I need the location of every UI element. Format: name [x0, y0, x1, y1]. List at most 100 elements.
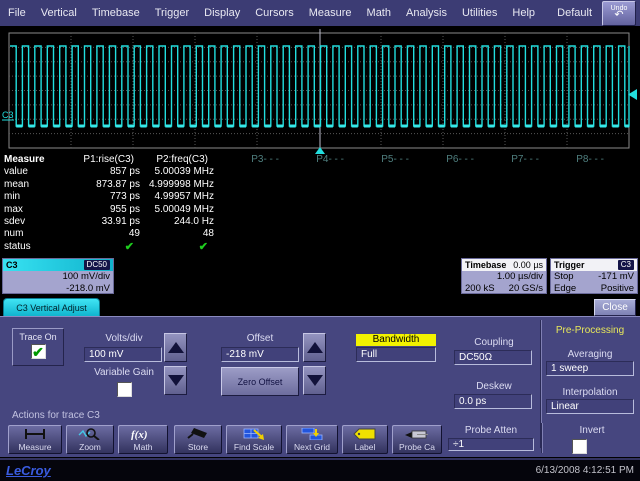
- p1-sdev: 33.91 ps: [68, 216, 144, 228]
- measure-p4-header[interactable]: P4- - -: [283, 154, 348, 166]
- store-toolbar-button[interactable]: Store: [174, 425, 222, 454]
- fx-icon: f(x): [130, 428, 156, 440]
- c3-descriptor-box[interactable]: C3 DC50 100 mV/div -218.0 mV: [2, 258, 114, 294]
- status-bar: LeCroy 6/13/2008 4:12:51 PM: [0, 458, 640, 481]
- c3-offset: -218.0 mV: [6, 283, 110, 295]
- row-label: status: [4, 241, 68, 253]
- interpolation-select[interactable]: Linear: [546, 399, 634, 414]
- zero-offset-button[interactable]: Zero Offset: [221, 367, 299, 396]
- store-icon: [186, 428, 210, 440]
- measure-p6-header[interactable]: P6- - -: [413, 154, 478, 166]
- measure-p8-header[interactable]: P8- - -: [543, 154, 608, 166]
- menu-utilities[interactable]: Utilities: [462, 7, 497, 19]
- p1-max: 955 ps: [68, 204, 144, 216]
- row-label: value: [4, 166, 68, 178]
- menu-measure[interactable]: Measure: [309, 7, 352, 19]
- find-scale-toolbar-button[interactable]: Find Scale: [226, 425, 282, 454]
- trace-on-label: Trace On: [19, 332, 56, 342]
- volts-div-label: Volts/div: [84, 333, 164, 344]
- volts-div-down-button[interactable]: [164, 366, 187, 395]
- p2-num: 48: [144, 228, 218, 240]
- p2-min: 4.99957 MHz: [144, 191, 218, 203]
- divider: [541, 423, 543, 453]
- p1-mean: 873.87 ps: [68, 179, 144, 191]
- probe-atten-field[interactable]: ÷1: [448, 438, 534, 451]
- waveform-area[interactable]: C3: [0, 28, 640, 154]
- offset-field[interactable]: -218 mV: [221, 347, 299, 362]
- trigger-slope: Positive: [601, 283, 634, 295]
- actions-for-trace-label: Actions for trace C3: [12, 410, 100, 421]
- p2-max: 5.00049 MHz: [144, 204, 218, 216]
- menu-trigger[interactable]: Trigger: [155, 7, 189, 19]
- row-label: sdev: [4, 216, 68, 228]
- toolbar-label: Zoom: [79, 443, 101, 452]
- label-toolbar-button[interactable]: Label: [342, 425, 388, 454]
- channel-label: C3: [2, 110, 14, 120]
- measure-p1-header[interactable]: P1:rise(C3): [68, 154, 144, 166]
- offset-label: Offset: [220, 333, 300, 344]
- menu-vertical[interactable]: Vertical: [41, 7, 77, 19]
- probe-cal-toolbar-button[interactable]: Probe Ca: [392, 425, 442, 454]
- row-label: max: [4, 204, 68, 216]
- measure-row-sdev: sdev 33.91 ps 244.0 Hz: [4, 216, 636, 228]
- timebase-title: Timebase 0.00 µs: [462, 259, 546, 271]
- toolbar-label: Label: [355, 443, 376, 452]
- measure-toolbar-button[interactable]: Measure: [8, 425, 62, 454]
- trace-on-checkbox[interactable]: ✔: [31, 344, 46, 359]
- deskew-field[interactable]: 0.0 ps: [454, 394, 532, 409]
- undo-button[interactable]: Undo ↶: [602, 1, 636, 26]
- p1-min: 773 ps: [68, 191, 144, 203]
- menu-math[interactable]: Math: [367, 7, 391, 19]
- menu-analysis[interactable]: Analysis: [406, 7, 447, 19]
- menu-timebase[interactable]: Timebase: [92, 7, 140, 19]
- measure-p7-header[interactable]: P7- - -: [478, 154, 543, 166]
- trigger-mode: Stop: [554, 271, 574, 283]
- volts-div-field[interactable]: 100 mV: [84, 347, 162, 362]
- bandwidth-select[interactable]: Full: [356, 347, 436, 362]
- next-grid-toolbar-button[interactable]: Next Grid: [286, 425, 338, 454]
- measure-p3-header[interactable]: P3- - -: [218, 154, 283, 166]
- offset-down-button[interactable]: [303, 366, 326, 395]
- toolbar-label: Probe Ca: [399, 443, 435, 452]
- measure-row-max: max 955 ps 5.00049 MHz: [4, 204, 636, 216]
- offset-up-button[interactable]: [303, 333, 326, 362]
- trigger-descriptor-box[interactable]: Trigger C3 Stop -171 mV Edge Positive: [550, 258, 638, 294]
- menu-file[interactable]: File: [8, 7, 26, 19]
- math-toolbar-button[interactable]: f(x) Math: [118, 425, 168, 454]
- menu-display[interactable]: Display: [204, 7, 240, 19]
- check-icon: ✔: [32, 347, 44, 357]
- measure-row-value: value 857 ps 5.00039 MHz: [4, 166, 636, 178]
- invert-checkbox[interactable]: [572, 439, 587, 454]
- volts-div-up-button[interactable]: [164, 333, 187, 362]
- next-grid-icon: [300, 428, 324, 440]
- trigger-source-badge: C3: [618, 260, 634, 270]
- trace-on-group[interactable]: Trace On ✔: [12, 328, 64, 366]
- timebase-descriptor-box[interactable]: Timebase 0.00 µs 1.00 µs/div 200 kS 20 G…: [461, 258, 547, 294]
- variable-gain-checkbox[interactable]: [117, 382, 132, 397]
- p2-value: 5.00039 MHz: [144, 166, 218, 178]
- interpolation-label: Interpolation: [544, 387, 636, 398]
- toolbar-label: Find Scale: [234, 443, 274, 452]
- close-button[interactable]: Close: [594, 299, 636, 316]
- trigger-type: Edge: [554, 283, 576, 295]
- trigger-title: Trigger C3: [551, 259, 637, 271]
- p1-status-check-icon: ✔: [68, 241, 144, 253]
- measure-p5-header[interactable]: P5- - -: [348, 154, 413, 166]
- coupling-select[interactable]: DC50Ω: [454, 350, 532, 365]
- down-arrow-icon: [307, 375, 323, 386]
- averaging-field[interactable]: 1 sweep: [546, 361, 634, 376]
- tab-c3-vertical-adjust[interactable]: C3 Vertical Adjust: [3, 298, 100, 316]
- default-button[interactable]: Default: [557, 7, 592, 19]
- vertical-adjust-dialog: C3 Vertical Adjust Close Trace On ✔ Volt…: [0, 296, 640, 457]
- zoom-toolbar-button[interactable]: Zoom: [66, 425, 114, 454]
- p2-mean: 4.999998 MHz: [144, 179, 218, 191]
- measure-table: Measure P1:rise(C3) P2:freq(C3) P3- - - …: [4, 154, 636, 253]
- trigger-title-label: Trigger: [554, 260, 585, 270]
- menu-help[interactable]: Help: [512, 7, 535, 19]
- undo-icon: ↶: [614, 10, 623, 21]
- datetime-label: 6/13/2008 4:12:51 PM: [536, 465, 634, 476]
- measure-p2-header[interactable]: P2:freq(C3): [144, 154, 218, 166]
- p2-status-check-icon: ✔: [144, 241, 218, 253]
- p1-value: 857 ps: [68, 166, 144, 178]
- menu-cursors[interactable]: Cursors: [255, 7, 294, 19]
